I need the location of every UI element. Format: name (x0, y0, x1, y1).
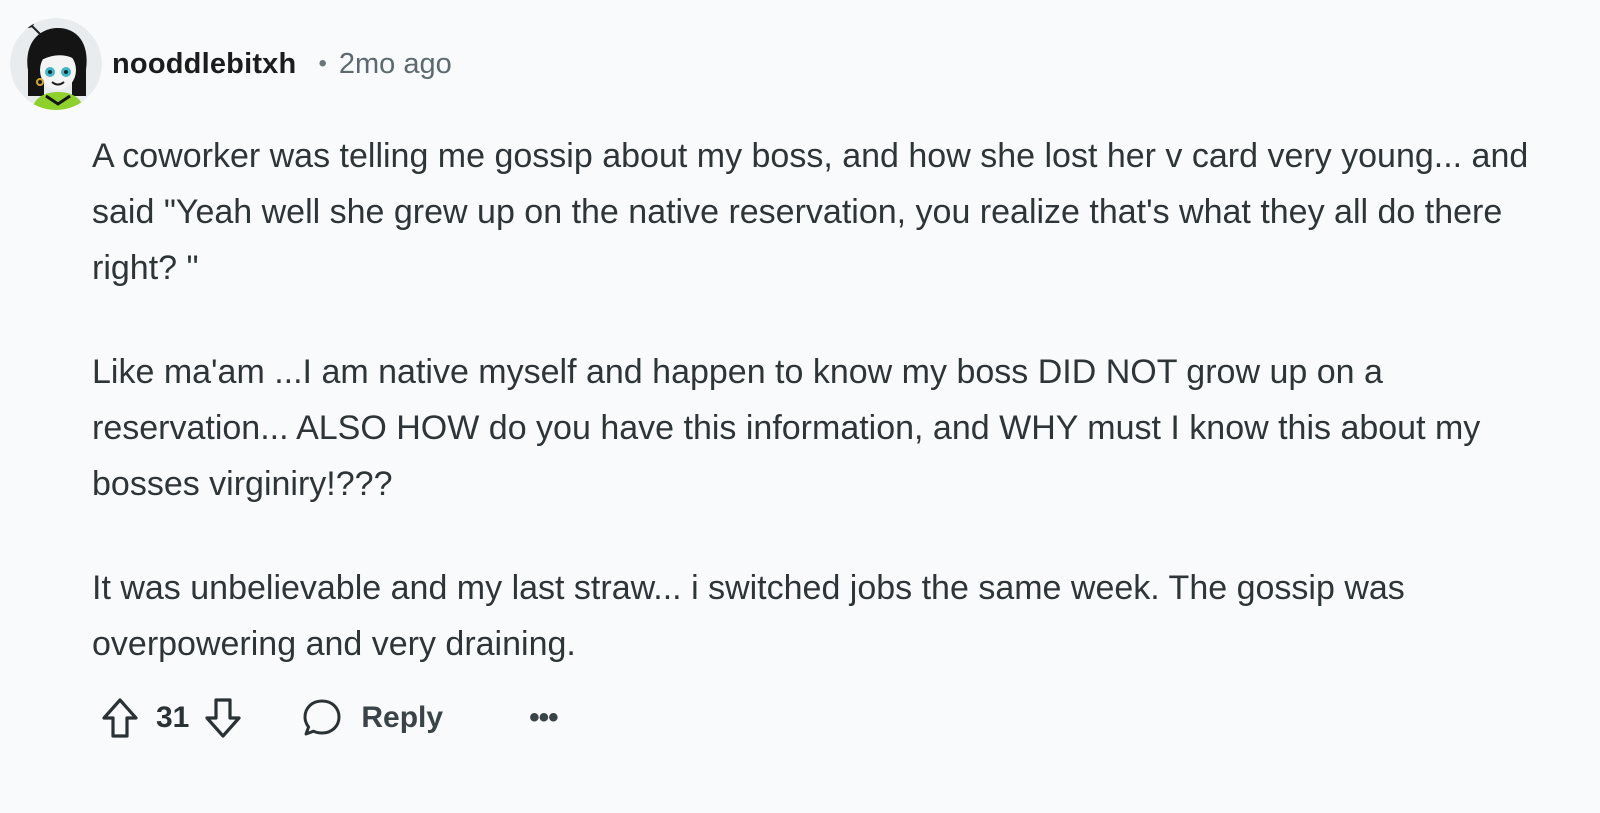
reply-label: Reply (361, 701, 444, 734)
vote-score: 31 (156, 701, 190, 734)
comment-paragraph: A coworker was telling me gossip about m… (92, 137, 1529, 287)
comment-paragraph: Like ma'am ...I am native myself and hap… (92, 353, 1481, 503)
reply-button[interactable]: Reply (301, 697, 443, 739)
comment-body: A coworker was telling me gossip about m… (92, 128, 1552, 720)
downvote-icon[interactable] (203, 696, 243, 740)
more-options-icon[interactable]: ••• (529, 703, 558, 733)
comment-actions: 31 Reply ••• (100, 690, 559, 746)
comment-bubble-icon (301, 697, 343, 739)
meta-separator: • (318, 50, 327, 77)
author-username[interactable]: nooddlebitxh (112, 48, 296, 81)
avatar[interactable] (10, 18, 102, 110)
comment-paragraph: It was unbelievable and my last straw...… (92, 569, 1405, 663)
avatar-image (10, 18, 102, 110)
comment: nooddlebitxh • 2mo ago A coworker was te… (0, 0, 1600, 813)
timestamp[interactable]: 2mo ago (339, 48, 452, 81)
upvote-icon[interactable] (100, 696, 140, 740)
comment-header: nooddlebitxh • 2mo ago (10, 18, 452, 110)
